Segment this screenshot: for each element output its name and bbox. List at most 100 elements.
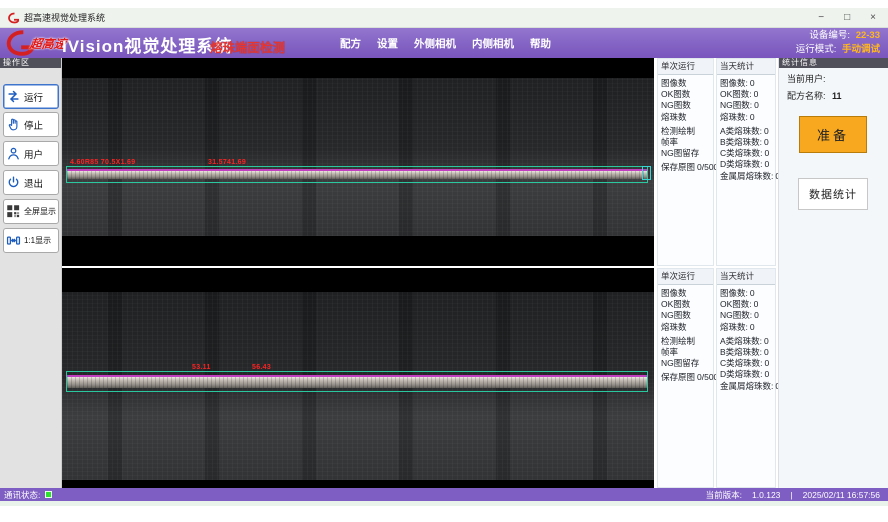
window-titlebar: 超高速视觉处理系统 − □ ×	[0, 8, 888, 28]
status-datetime: 2025/02/11 16:57:56	[803, 490, 880, 500]
operation-sidebar: 操作区 运行 停止 用户 退出 全屏显示	[0, 58, 62, 488]
stop-button[interactable]: 停止	[3, 112, 59, 137]
stat-label: 保存原图	[661, 372, 695, 382]
device-number-value: 22-33	[856, 30, 880, 41]
camera1-image	[62, 78, 654, 236]
run-mode-value: 手动调试	[842, 44, 880, 55]
user-icon	[6, 146, 21, 161]
maximize-icon[interactable]: □	[844, 12, 850, 24]
stat-label: 图像数:	[720, 288, 748, 298]
one-to-one-button[interactable]: 1:1显示	[3, 228, 59, 253]
prepare-button[interactable]: 准备	[799, 116, 867, 153]
status-separator: |	[790, 490, 792, 500]
menu-help[interactable]: 帮助	[530, 36, 551, 51]
camera1-measurement-2: 31.5741.69	[208, 159, 246, 166]
statistics-info-panel: 统计信息 当前用户: 配方名称: 11 准备 数据统计	[778, 58, 888, 488]
stat-value: 0	[750, 112, 755, 122]
stat-row: 图像数	[658, 288, 713, 299]
status-bar: 通讯状态: 当前版本: 1.0.123 | 2025/02/11 16:57:5…	[0, 488, 888, 501]
exit-button[interactable]: 退出	[3, 170, 59, 195]
stat-row: B类熔珠数:0	[717, 137, 775, 148]
stat-label: NG图数	[661, 310, 691, 320]
stat-label: A类熔珠数:	[720, 126, 762, 136]
fullscreen-button[interactable]: 全屏显示	[3, 199, 59, 224]
camera2-measurement-1: 53.11	[192, 364, 211, 371]
stat-label: 金属屑熔珠数:	[720, 381, 773, 391]
fullscreen-grid-icon	[6, 204, 21, 219]
stat-row: OK图数:0	[717, 299, 775, 310]
stat-label: C类熔珠数:	[720, 148, 763, 158]
menu-inner-camera[interactable]: 内侧相机	[472, 36, 514, 51]
run-icon	[6, 89, 21, 104]
app-logo-icon	[7, 12, 19, 24]
menu-recipe[interactable]: 配方	[340, 36, 361, 51]
daily-stats-column: 当天统计 图像数:0 OK图数:0 NG图数:0 熔珠数:0 A类熔珠数:0 B…	[716, 58, 776, 266]
run-button[interactable]: 运行	[3, 84, 59, 109]
stats-panel-camera1: 单次运行 图像数 OK图数 NG图数 熔珠数 检测绘制 帧率 NG图留存 保存原…	[657, 58, 776, 266]
stat-label: NG图留存	[661, 148, 699, 158]
stat-row: NG图数:0	[717, 100, 775, 111]
stat-value: 0	[754, 299, 759, 309]
stat-label: A类熔珠数:	[720, 336, 762, 346]
version-value: 1.0.123	[752, 490, 780, 500]
menu-outer-camera[interactable]: 外侧相机	[414, 36, 456, 51]
app-header: 超高速 IVision视觉处理系统 熔珠端面检测 配方 设置 外侧相机 内侧相机…	[0, 28, 888, 58]
stat-label: NG图数:	[720, 310, 752, 320]
stat-row: D类熔珠数:0	[717, 369, 775, 380]
stat-row: NG图数:0	[717, 310, 775, 321]
stat-row: 熔珠数:0	[717, 322, 775, 333]
single-run-column: 单次运行 图像数 OK图数 NG图数 熔珠数 检测绘制 帧率 NG图留存 保存原…	[657, 58, 714, 266]
stat-label: 熔珠数:	[720, 322, 748, 332]
stat-value: 0	[754, 310, 759, 320]
stat-label: 帧率	[661, 347, 678, 357]
stat-label: 熔珠数	[661, 322, 687, 332]
stat-value: 0	[764, 137, 769, 147]
one-to-one-icon	[6, 233, 21, 248]
stat-value: 0	[750, 78, 755, 88]
window-controls: − □ ×	[818, 12, 876, 24]
user-button[interactable]: 用户	[3, 141, 59, 166]
stat-row: D类熔珠数:0	[717, 159, 775, 170]
stat-value: 0	[750, 322, 755, 332]
stat-label: 检测绘制	[661, 126, 695, 136]
stat-row: 熔珠数	[658, 112, 713, 123]
stat-label: OK图数	[661, 89, 690, 99]
recipe-name-label: 配方名称:	[787, 91, 826, 101]
stat-row: NG图数	[658, 100, 713, 111]
stat-row: 保存原图0/500	[658, 162, 713, 173]
camera1-measurement-1: 4.60R85 70.5X1.69	[70, 159, 135, 166]
stat-value: 0	[764, 336, 769, 346]
stat-row: 熔珠数	[658, 322, 713, 333]
stat-label: B类熔珠数:	[720, 347, 762, 357]
window-title: 超高速视觉处理系统	[24, 11, 105, 24]
current-user-label: 当前用户:	[787, 74, 826, 84]
minimize-icon[interactable]: −	[818, 12, 824, 24]
stat-row: OK图数	[658, 89, 713, 100]
close-icon[interactable]: ×	[870, 12, 876, 24]
stat-label: 保存原图	[661, 162, 695, 172]
stat-row: 帧率	[658, 137, 713, 148]
stat-label: 图像数	[661, 78, 687, 88]
menu-settings[interactable]: 设置	[377, 36, 398, 51]
stat-value: 0	[765, 159, 770, 169]
camera1-edge-marker	[642, 166, 651, 180]
stat-label: NG图数:	[720, 100, 752, 110]
camera-view-outer: 4.60R85 70.5X1.69 31.5741.69	[62, 58, 654, 266]
stat-row: 图像数:0	[717, 78, 775, 89]
stat-row: C类熔珠数:0	[717, 358, 775, 369]
stats-panels: 单次运行 图像数 OK图数 NG图数 熔珠数 检测绘制 帧率 NG图留存 保存原…	[657, 58, 776, 488]
stat-value: 0	[765, 358, 770, 368]
single-run-title: 单次运行	[658, 269, 713, 285]
camera1-roi-box	[66, 166, 648, 183]
stat-label: 帧率	[661, 137, 678, 147]
stat-row: 金属屑熔珠数:0	[717, 381, 775, 392]
data-statistics-button[interactable]: 数据统计	[798, 178, 868, 210]
stat-label: NG图数	[661, 100, 691, 110]
stat-value: 0	[754, 100, 759, 110]
single-run-column: 单次运行 图像数 OK图数 NG图数 熔珠数 检测绘制 帧率 NG图留存 保存原…	[657, 268, 714, 488]
status-bar-right: 当前版本: 1.0.123 | 2025/02/11 16:57:56	[706, 489, 880, 501]
stat-row: C类熔珠数:0	[717, 148, 775, 159]
version-label: 当前版本:	[706, 489, 742, 501]
stat-row: 检测绘制	[658, 336, 713, 347]
run-mode-row: 运行模式: 手动调试	[796, 43, 880, 57]
